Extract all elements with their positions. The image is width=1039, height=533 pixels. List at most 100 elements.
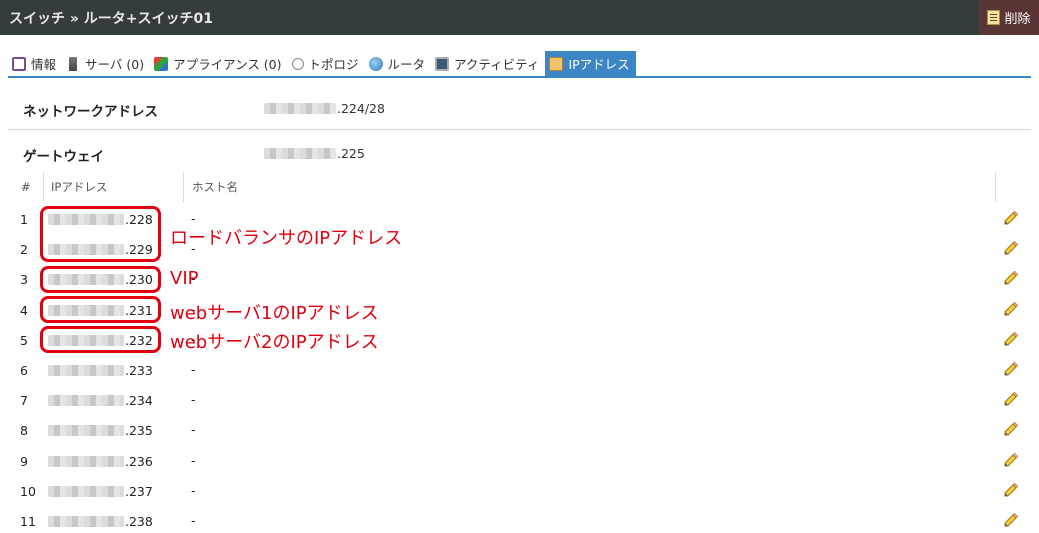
table-row: 2.229- <box>8 234 1031 264</box>
redacted-ip <box>48 456 124 467</box>
row-number: 9 <box>20 454 28 469</box>
annotation-vip: VIP <box>170 268 199 289</box>
row-number: 8 <box>20 423 28 438</box>
tab-appliances[interactable]: アプライアンス (0) <box>150 51 287 76</box>
network-address-suffix: .224/28 <box>337 101 385 116</box>
pencil-icon[interactable] <box>1002 511 1020 529</box>
table-row: 3.230- <box>8 264 1031 294</box>
pencil-icon[interactable] <box>1002 209 1020 227</box>
row-hostname: - <box>191 453 196 468</box>
breadcrumb[interactable]: スイッチ » ルータ+スイッチ01 <box>9 8 213 28</box>
tab-bar: 情報 サーバ (0) アプライアンス (0) トポロジ ルータ アクティビティ … <box>8 51 1031 78</box>
delete-button[interactable]: 削除 <box>979 0 1039 35</box>
tab-info[interactable]: 情報 <box>8 51 62 76</box>
table-row: 1.228- <box>8 204 1031 234</box>
annotation-web1: webサーバ1のIPアドレス <box>170 303 379 324</box>
pencil-icon[interactable] <box>1002 330 1020 348</box>
ip-suffix: .233 <box>125 363 153 378</box>
row-hostname: - <box>191 483 196 498</box>
tab-ip-address[interactable]: IPアドレス <box>545 51 636 76</box>
row-ip-address: .233 <box>48 363 153 378</box>
tab-topology[interactable]: トポロジ <box>288 51 365 76</box>
ip-address-icon <box>549 56 564 71</box>
row-number: 5 <box>20 333 28 348</box>
pencil-icon[interactable] <box>1002 390 1020 408</box>
tab-label: アプライアンス (0) <box>173 57 282 72</box>
row-number: 1 <box>20 212 28 227</box>
table-header: # IPアドレス ホスト名 <box>8 172 1031 202</box>
gateway-row: ゲートウェイ .225 <box>8 131 1031 175</box>
column-actions-divider <box>995 172 996 202</box>
tab-label: アクティビティ <box>454 57 540 72</box>
highlight-vip <box>40 266 161 293</box>
info-icon <box>12 56 26 71</box>
delete-icon <box>987 10 1001 25</box>
network-address-value: .224/28 <box>264 101 385 116</box>
highlight-lb <box>40 206 161 262</box>
pencil-icon[interactable] <box>1002 239 1020 257</box>
tab-label: 情報 <box>31 57 57 72</box>
appliance-icon <box>154 56 169 71</box>
row-number: 10 <box>20 484 36 499</box>
server-icon <box>69 56 78 71</box>
row-ip-address: .234 <box>48 393 153 408</box>
ip-suffix: .238 <box>125 514 153 529</box>
network-address-row: ネットワークアドレス .224/28 <box>8 86 1031 130</box>
annotation-load-balancer: ロードバランサのIPアドレス <box>170 228 403 249</box>
row-ip-address: .236 <box>48 454 153 469</box>
column-ip-address[interactable]: IPアドレス <box>43 172 107 202</box>
redacted-ip <box>48 516 124 527</box>
tab-label: トポロジ <box>308 57 359 72</box>
table-row: 5.232- <box>8 325 1031 355</box>
pencil-icon[interactable] <box>1002 269 1020 287</box>
highlight-web1 <box>40 296 161 323</box>
row-number: 11 <box>20 514 36 529</box>
table-row: 6 .233 - <box>8 355 1031 385</box>
redacted-ip <box>48 486 124 497</box>
tab-activity[interactable]: アクティビティ <box>431 51 545 76</box>
row-ip-address: .237 <box>48 484 153 499</box>
table-row: 4.231- <box>8 295 1031 325</box>
top-bar: スイッチ » ルータ+スイッチ01 削除 <box>0 0 1039 35</box>
row-ip-address: .238 <box>48 514 153 529</box>
redacted-ip <box>48 425 124 436</box>
redacted-ip <box>264 148 336 159</box>
column-number[interactable]: # <box>21 172 31 202</box>
activity-icon <box>435 56 450 71</box>
gateway-suffix: .225 <box>337 146 365 161</box>
row-number: 2 <box>20 242 28 257</box>
row-hostname: - <box>191 513 196 528</box>
ip-suffix: .235 <box>125 423 153 438</box>
row-hostname: - <box>191 362 196 377</box>
pencil-icon[interactable] <box>1002 481 1020 499</box>
ip-suffix: .237 <box>125 484 153 499</box>
table-row: 7 .234 - <box>8 385 1031 415</box>
table-row: 11 .238 - <box>8 506 1031 533</box>
table-row: 9 .236 - <box>8 446 1031 476</box>
tab-label: サーバ (0) <box>85 57 145 72</box>
network-address-label: ネットワークアドレス <box>23 104 158 120</box>
row-number: 3 <box>20 272 28 287</box>
pencil-icon[interactable] <box>1002 300 1020 318</box>
redacted-ip <box>264 103 336 114</box>
pencil-icon[interactable] <box>1002 360 1020 378</box>
row-number: 4 <box>20 303 28 318</box>
redacted-ip <box>48 395 124 406</box>
tab-label: IPアドレス <box>568 57 630 72</box>
ip-suffix: .236 <box>125 454 153 469</box>
table-row: 8 .235 - <box>8 415 1031 445</box>
pencil-icon[interactable] <box>1002 420 1020 438</box>
column-hostname[interactable]: ホスト名 <box>183 172 238 202</box>
gateway-label: ゲートウェイ <box>23 149 104 165</box>
row-number: 6 <box>20 363 28 378</box>
pencil-icon[interactable] <box>1002 451 1020 469</box>
gateway-value: .225 <box>264 146 365 161</box>
tab-label: ルータ <box>387 57 426 72</box>
redacted-ip <box>48 365 124 376</box>
delete-label: 削除 <box>1004 12 1031 27</box>
ip-suffix: .234 <box>125 393 153 408</box>
tab-router[interactable]: ルータ <box>365 51 432 76</box>
router-icon <box>368 56 383 71</box>
tab-servers[interactable]: サーバ (0) <box>62 51 150 76</box>
annotation-web2: webサーバ2のIPアドレス <box>170 332 379 353</box>
